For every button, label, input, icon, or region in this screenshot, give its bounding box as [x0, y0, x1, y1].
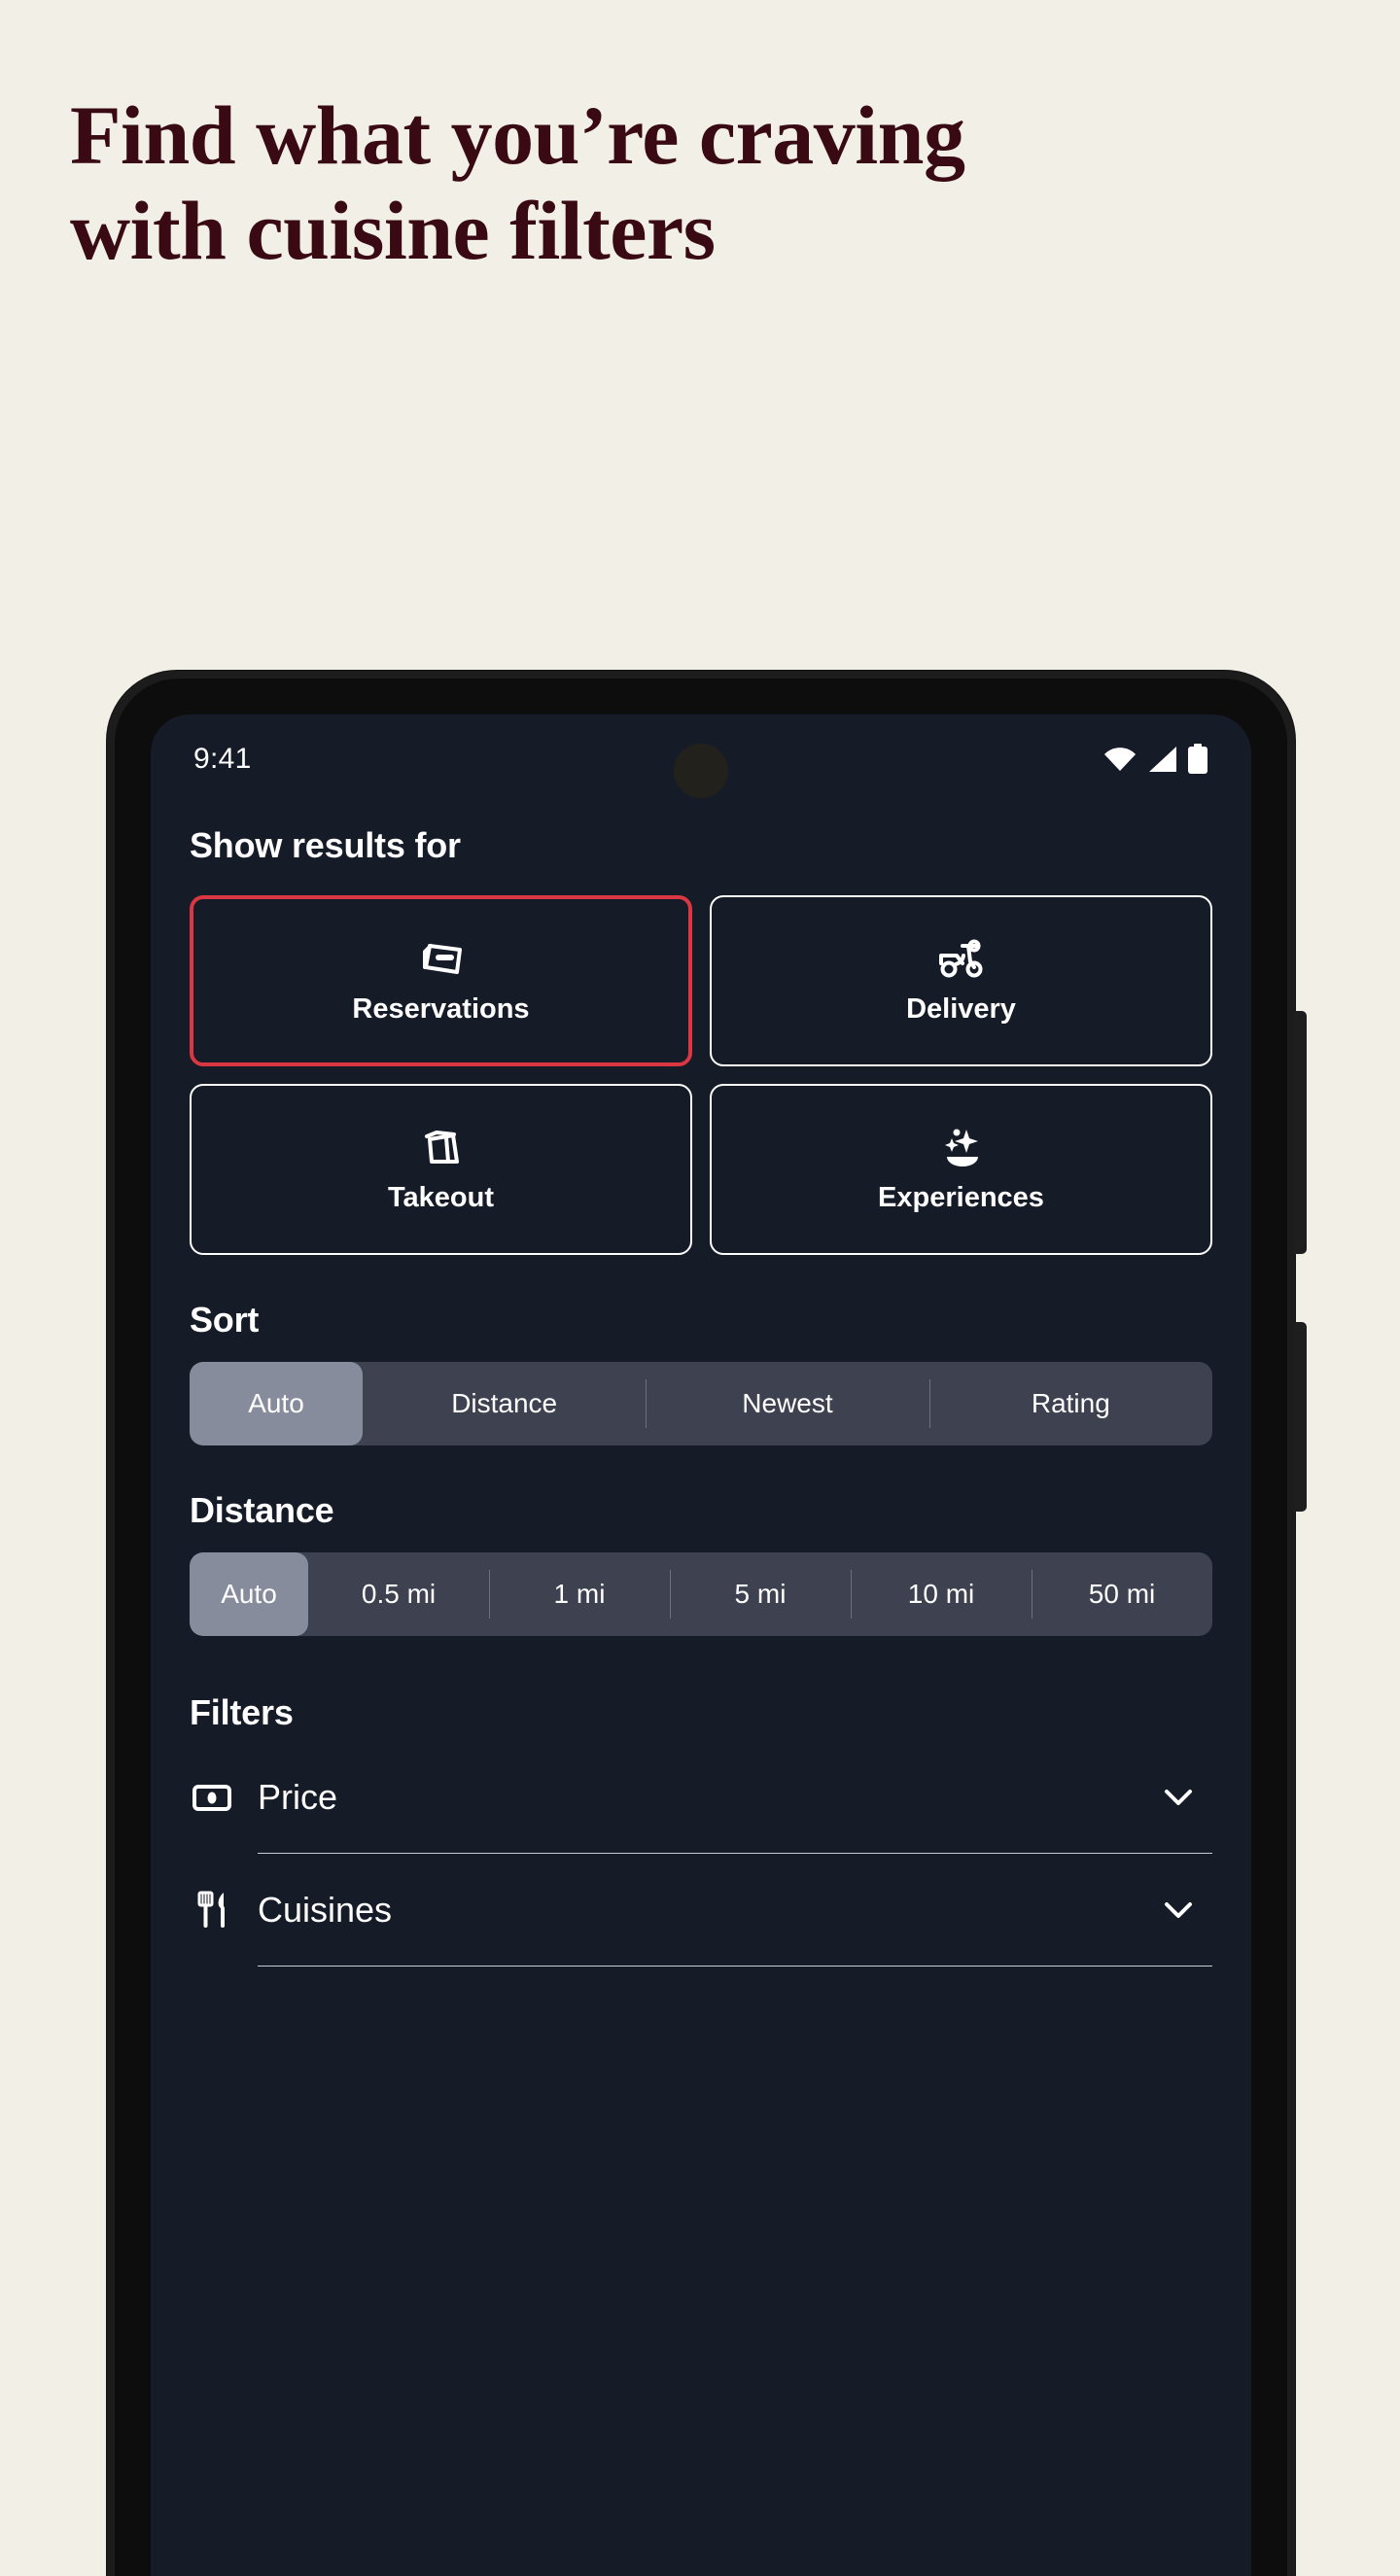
scooter-icon — [936, 937, 987, 980]
filters-section: Filters Price Cuisines — [190, 1692, 1212, 1967]
sort-option-label: Auto — [248, 1388, 304, 1418]
phone-screen: 9:41 Show results for Reservations Deliv… — [151, 714, 1251, 2576]
filters-title: Filters — [190, 1692, 294, 1732]
status-icons — [1103, 744, 1208, 775]
option-card-label: Reservations — [352, 992, 530, 1025]
headline-line-1: Find what you’re craving — [70, 88, 965, 182]
sort-option-label: Distance — [451, 1388, 558, 1418]
distance-option-1-mi[interactable]: 1 mi — [489, 1552, 670, 1636]
page-headline: Find what you’re craving with cuisine fi… — [70, 93, 1217, 272]
segment-divider — [928, 1379, 930, 1428]
headline-line-2: with cuisine filters — [70, 184, 716, 277]
distance-option-auto[interactable]: Auto — [190, 1552, 308, 1636]
phone-power-button[interactable] — [1294, 1322, 1307, 1512]
wifi-icon — [1103, 747, 1137, 772]
option-card-label: Delivery — [906, 992, 1016, 1025]
sort-option-auto[interactable]: Auto — [190, 1362, 363, 1445]
sort-section: Sort Auto Distance Newest Rating — [190, 1300, 1212, 1445]
segment-divider — [851, 1570, 852, 1619]
option-card-label: Experiences — [878, 1181, 1044, 1213]
sparkle-dish-icon — [936, 1126, 987, 1168]
sort-option-label: Rating — [1031, 1388, 1110, 1418]
sort-title: Sort — [190, 1300, 260, 1340]
fork-knife-icon — [190, 1888, 234, 1932]
segment-divider — [670, 1570, 671, 1619]
sort-option-distance[interactable]: Distance — [363, 1362, 646, 1445]
sort-option-rating[interactable]: Rating — [928, 1362, 1212, 1445]
filter-row-separator — [258, 1966, 1212, 1967]
distance-option-10-mi[interactable]: 10 mi — [851, 1552, 1032, 1636]
segment-divider — [489, 1570, 490, 1619]
phone-mockup: 9:41 Show results for Reservations Deliv… — [107, 671, 1307, 2576]
phone-volume-button[interactable] — [1294, 1011, 1307, 1254]
distance-title: Distance — [190, 1490, 334, 1530]
distance-option-label: 0.5 mi — [361, 1579, 437, 1609]
option-card-delivery[interactable]: Delivery — [710, 895, 1212, 1066]
distance-option-label: 10 mi — [907, 1579, 975, 1609]
sort-segmented-control[interactable]: Auto Distance Newest Rating — [190, 1362, 1212, 1445]
option-card-reservations[interactable]: Reservations — [190, 895, 692, 1066]
distance-option-50-mi[interactable]: 50 mi — [1032, 1552, 1212, 1636]
distance-segmented-control[interactable]: Auto 0.5 mi 1 mi 5 mi 10 mi 50 mi — [190, 1552, 1212, 1636]
price-tag-icon — [190, 1775, 234, 1820]
filter-row-cuisines[interactable]: Cuisines — [190, 1854, 1212, 1967]
camera-punch-hole — [674, 744, 728, 798]
reservation-card-icon — [416, 937, 467, 980]
distance-option-label: Auto — [221, 1579, 277, 1609]
filter-label: Cuisines — [258, 1890, 393, 1930]
battery-icon — [1187, 744, 1208, 775]
option-card-takeout[interactable]: Takeout — [190, 1084, 692, 1255]
distance-section: Distance Auto 0.5 mi 1 mi 5 mi 10 mi 50 … — [190, 1490, 1212, 1636]
status-bar: 9:41 — [151, 714, 1251, 804]
distance-option-5-mi[interactable]: 5 mi — [670, 1552, 851, 1636]
show-results-options-grid: Reservations Delivery Takeout Experience… — [190, 895, 1212, 1255]
show-results-title: Show results for — [190, 825, 461, 865]
distance-option-0-5-mi[interactable]: 0.5 mi — [308, 1552, 489, 1636]
distance-option-label: 1 mi — [553, 1579, 606, 1609]
filter-label: Price — [258, 1777, 338, 1817]
segment-divider — [646, 1379, 648, 1428]
option-card-experiences[interactable]: Experiences — [710, 1084, 1212, 1255]
cellular-signal-icon — [1146, 746, 1177, 773]
sort-option-newest[interactable]: Newest — [646, 1362, 928, 1445]
sort-option-label: Newest — [742, 1388, 833, 1418]
takeout-bag-icon — [416, 1126, 467, 1168]
chevron-down-icon[interactable] — [1162, 1781, 1195, 1814]
status-time: 9:41 — [193, 743, 252, 775]
filter-row-price[interactable]: Price — [190, 1741, 1212, 1854]
filters-screen-body: Show results for Reservations Delivery T… — [151, 804, 1251, 2576]
distance-option-label: 5 mi — [734, 1579, 787, 1609]
distance-option-label: 50 mi — [1088, 1579, 1156, 1609]
option-card-label: Takeout — [387, 1181, 495, 1213]
chevron-down-icon[interactable] — [1162, 1894, 1195, 1927]
